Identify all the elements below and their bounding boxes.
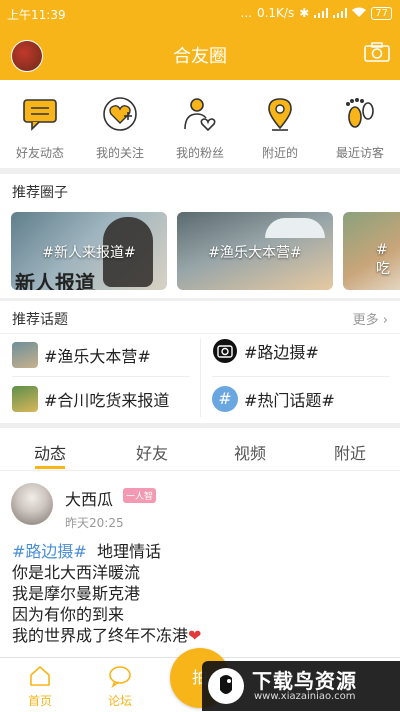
signal-icon-2 bbox=[333, 8, 348, 18]
footprints-icon bbox=[346, 98, 374, 128]
topic-street-photo[interactable]: #路边摄# bbox=[212, 333, 319, 369]
quick-nav-label: 好友动态 bbox=[15, 146, 64, 160]
topic-thumbnail bbox=[12, 386, 38, 412]
network-speed: 0.1K/s bbox=[256, 6, 295, 20]
circle-card-label: #新人来报道# bbox=[42, 245, 136, 261]
chevron-right-icon: › bbox=[382, 313, 388, 328]
topic-label: #合川吃货来报道 bbox=[44, 391, 170, 410]
watermark: 下载鸟资源 www.xiazainiao.com bbox=[202, 661, 400, 711]
post-text-line: 因为有你的到来 bbox=[12, 605, 125, 624]
quick-nav-nearby[interactable]: 附近的 bbox=[240, 80, 320, 168]
tab-friends[interactable]: 好友 bbox=[102, 440, 202, 464]
divider bbox=[200, 339, 201, 417]
topic-label: #路边摄# bbox=[244, 343, 319, 362]
status-bar: 上午11:39 ... 0.1K/s ✱ 77 bbox=[0, 0, 400, 28]
nav-home[interactable]: 首页 bbox=[0, 658, 80, 712]
circle-card-food[interactable]: #吃 bbox=[343, 212, 400, 290]
nav-forum[interactable]: 论坛 bbox=[80, 658, 160, 712]
topic-thumbnail bbox=[12, 342, 38, 368]
recommended-topics: 推荐话题 更多 › #渔乐大本营# #路边摄# #合川吃货来报道 # #热门话题… bbox=[0, 301, 400, 423]
nav-label: 论坛 bbox=[107, 694, 132, 708]
post-text-line: 我是摩尔曼斯克港 bbox=[12, 584, 141, 603]
message-icon bbox=[23, 99, 57, 131]
banner-text: 新人报道 bbox=[15, 271, 95, 290]
watermark-url: www.xiazainiao.com bbox=[254, 691, 356, 702]
quick-nav: 好友动态 我的关注 我的粉丝 附近的 最近访客 bbox=[0, 80, 400, 168]
circle-card-label: #渔乐大本营# bbox=[208, 245, 302, 261]
post-author-name[interactable]: 大西瓜 bbox=[65, 486, 113, 510]
recommended-circles: 推荐圈子 #新人来报道# 新人报道 #渔乐大本营# #吃 bbox=[0, 174, 400, 298]
section-title: 推荐圈子 bbox=[12, 185, 68, 201]
heart-icon: ❤ bbox=[188, 626, 202, 645]
tab-video[interactable]: 视频 bbox=[200, 440, 300, 464]
circle-card-fishing[interactable]: #渔乐大本营# bbox=[177, 212, 333, 290]
page-title: 合友圈 bbox=[173, 46, 227, 67]
post-timestamp: 昨天20:25 bbox=[65, 516, 124, 530]
quick-nav-label: 附近的 bbox=[261, 146, 298, 160]
divider bbox=[0, 333, 400, 334]
more-label: 更多 bbox=[352, 313, 379, 328]
topic-hot[interactable]: # #热门话题# bbox=[212, 381, 335, 417]
feed-tabs: 动态 好友 视频 附近 bbox=[0, 428, 400, 471]
topic-label: #渔乐大本营# bbox=[44, 347, 151, 366]
quick-nav-following[interactable]: 我的关注 bbox=[80, 80, 160, 168]
location-pin-icon bbox=[268, 98, 292, 131]
quick-nav-label: 我的关注 bbox=[95, 146, 144, 160]
battery-indicator: 77 bbox=[371, 6, 392, 20]
divider bbox=[212, 376, 390, 377]
post-text-line: 你是北大西洋暖流 bbox=[12, 563, 141, 582]
user-level-badge: 一人智 bbox=[123, 488, 157, 503]
section-title: 推荐话题 bbox=[12, 312, 68, 328]
topic-foodies[interactable]: #合川吃货来报道 bbox=[12, 381, 169, 417]
signal-icon bbox=[314, 8, 329, 18]
quick-nav-label: 我的粉丝 bbox=[175, 146, 224, 160]
quick-nav-fans[interactable]: 我的粉丝 bbox=[160, 80, 240, 168]
wifi-icon bbox=[352, 6, 367, 20]
camera-icon[interactable] bbox=[364, 42, 390, 62]
watermark-logo bbox=[208, 668, 244, 704]
divider bbox=[12, 376, 190, 377]
person-heart-icon bbox=[184, 98, 216, 132]
chat-bubble-icon bbox=[109, 666, 131, 688]
app-header: 合友圈 bbox=[0, 28, 400, 80]
camera-icon bbox=[213, 339, 237, 363]
hashtag-icon: # bbox=[212, 386, 238, 412]
home-icon bbox=[30, 665, 50, 686]
topic-fishing[interactable]: #渔乐大本营# bbox=[12, 337, 151, 373]
post-content: #路边摄# 地理情话 你是北大西洋暖流 我是摩尔曼斯克港 因为有你的到来 我的世… bbox=[12, 541, 392, 646]
status-dots: ... bbox=[240, 6, 252, 20]
nav-label: 首页 bbox=[27, 694, 52, 708]
circle-card-label: #吃 bbox=[376, 242, 390, 277]
quick-nav-visitors[interactable]: 最近访客 bbox=[320, 80, 400, 168]
tab-nearby[interactable]: 附近 bbox=[300, 440, 400, 464]
quick-nav-friend-feed[interactable]: 好友动态 bbox=[0, 80, 80, 168]
circle-card-newcomers[interactable]: #新人来报道# 新人报道 bbox=[11, 212, 167, 290]
watermark-title: 下载鸟资源 bbox=[252, 669, 357, 693]
post-text-line: 我的世界成了终年不冻港 bbox=[12, 626, 189, 645]
topic-label: #热门话题# bbox=[244, 391, 335, 410]
tab-feed[interactable]: 动态 bbox=[0, 440, 100, 464]
post-text-line: 地理情话 bbox=[97, 542, 162, 561]
umbrella-photo bbox=[265, 218, 325, 238]
more-link[interactable]: 更多 › bbox=[353, 309, 388, 328]
heart-plus-icon bbox=[103, 97, 137, 131]
active-tab-indicator bbox=[35, 466, 65, 469]
post-author-avatar[interactable] bbox=[11, 483, 53, 525]
feed-post[interactable]: 大西瓜 一人智 昨天20:25 #路边摄# 地理情话 你是北大西洋暖流 我是摩尔… bbox=[0, 471, 400, 657]
quick-nav-label: 最近访客 bbox=[335, 146, 384, 160]
bluetooth-icon: ✱ bbox=[299, 6, 310, 20]
post-topic-tag[interactable]: #路边摄# bbox=[12, 542, 87, 561]
status-time: 上午11:39 bbox=[7, 8, 66, 22]
